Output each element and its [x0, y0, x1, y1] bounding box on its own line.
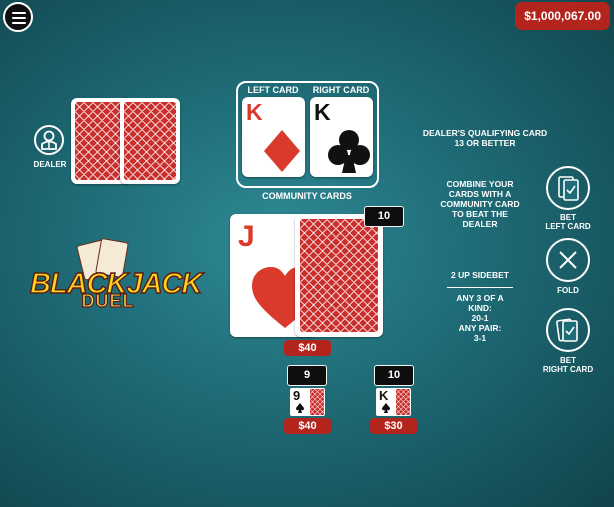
sidebet-count: 10: [374, 365, 414, 386]
sidebet-count: 9: [287, 365, 327, 386]
right-card-label: RIGHT CARD: [312, 85, 370, 95]
game-table: $1,000,067.00 DEALER LEFT CARD RIGHT CAR…: [0, 0, 614, 507]
fold-label: FOLD: [557, 286, 579, 295]
left-card-rank: K: [246, 99, 263, 125]
button-label-line: BET: [560, 356, 576, 365]
community-right-card: K: [310, 97, 373, 177]
qualifying-rule-line: 13 OR BETTER: [454, 138, 516, 148]
community-cards-label: COMMUNITY CARDS: [262, 191, 352, 201]
button-label-line: LEFT CARD: [545, 222, 591, 231]
bet-right-card-label: BET RIGHT CARD: [538, 356, 598, 374]
sidebet-payouts: ANY 3 OF A KIND: 20-1 ANY PAIR: 3-1: [445, 293, 515, 343]
right-card-rank: K: [314, 99, 331, 125]
combine-instructions: COMBINE YOUR CARDS WITH A COMMUNITY CARD…: [440, 179, 520, 229]
menu-button[interactable]: [3, 2, 33, 32]
instruction-line: COMBINE YOUR: [446, 179, 514, 189]
player-hand-count: 10: [364, 206, 404, 227]
sidebet-card-rank: 9: [293, 388, 301, 403]
left-card-label: LEFT CARD: [247, 85, 299, 95]
hamburger-icon-line: [12, 12, 26, 14]
button-label-line: RIGHT CARD: [542, 365, 594, 374]
hamburger-icon-line: [12, 17, 26, 19]
instruction-line: DEALER: [462, 219, 498, 229]
fold-button[interactable]: [546, 238, 590, 282]
cards-icon: [556, 318, 578, 342]
player-bet-amount: $40: [284, 340, 331, 356]
instruction-line: COMMUNITY CARD: [440, 199, 520, 209]
payout-line: ANY 3 OF A KIND:: [456, 293, 504, 313]
bet-right-card-button[interactable]: [546, 308, 590, 352]
player-card-rank: J: [238, 220, 255, 253]
dealer-icon: [34, 125, 64, 155]
spade-suit-icon: [296, 403, 304, 413]
sidebet-card-rank: K: [379, 388, 389, 403]
divider: [447, 287, 513, 288]
bet-left-card-label: BET LEFT CARD: [538, 213, 598, 231]
diamond-suit-icon: [264, 130, 300, 172]
player-card-back: [295, 214, 383, 337]
community-left-card: K: [242, 97, 305, 177]
payout-line: 3-1: [473, 333, 487, 343]
dealer-label: DEALER: [33, 160, 67, 169]
sidebet-bet-amount: $30: [370, 418, 417, 434]
dealer-card-back: [120, 98, 180, 184]
sidebet-bet-amount: $40: [284, 418, 331, 434]
spade-suit-icon: [382, 403, 390, 413]
sidebet-card: 9: [290, 388, 311, 416]
cards-icon: [558, 176, 579, 201]
qualifying-rule-line: DEALER'S QUALIFYING CARD: [422, 128, 548, 138]
sidebet-card: K: [376, 388, 397, 416]
sidebet-card-back: [395, 388, 411, 416]
sidebet-card-back: [309, 388, 325, 416]
balance-display: $1,000,067.00: [515, 2, 610, 30]
logo-subtitle: DUEL: [81, 290, 135, 311]
close-icon: [559, 251, 577, 269]
sidebet-title: 2 UP SIDEBET: [451, 270, 509, 280]
club-suit-icon: [328, 130, 370, 173]
payout-line: 20-1: [471, 313, 489, 323]
instruction-line: TO BEAT THE: [452, 209, 508, 219]
bet-left-card-button[interactable]: [546, 166, 590, 210]
payout-line: ANY PAIR:: [458, 323, 502, 333]
button-label-line: BET: [560, 213, 576, 222]
hamburger-icon-line: [12, 22, 26, 24]
instruction-line: CARDS WITH A: [448, 189, 512, 199]
qualifying-rule: DEALER'S QUALIFYING CARD 13 OR BETTER: [420, 128, 550, 148]
